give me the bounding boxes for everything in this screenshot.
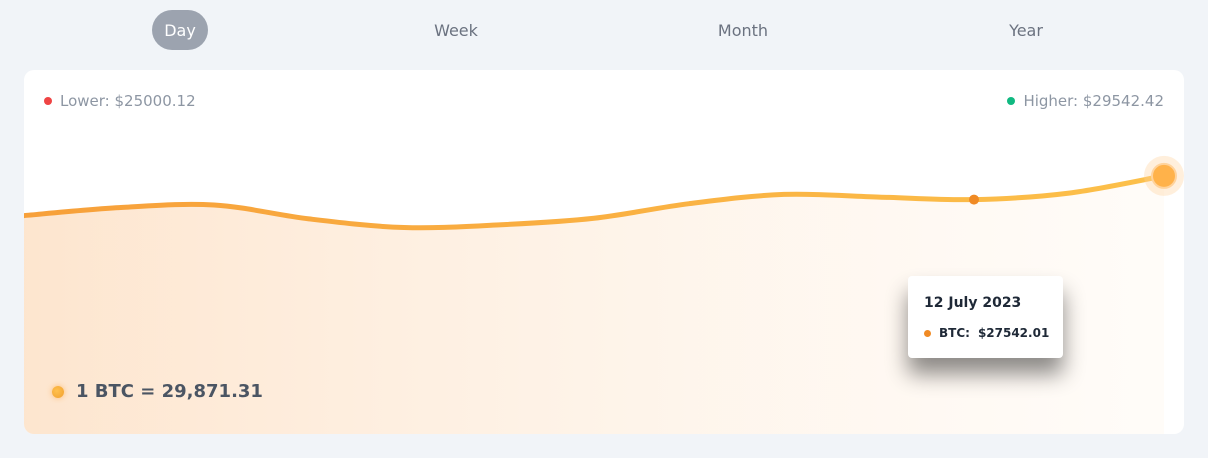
btc-rate: 1 BTC = 29,871.31 [52,381,263,402]
rate-dot-icon [52,385,64,398]
higher-dot-icon [1007,97,1016,105]
tooltip-date: 12 July 2023 [924,295,1022,311]
tab-day[interactable]: Day [152,10,208,50]
chart-tooltip: 12 July 2023 BTC: $27542.01 [908,276,1063,358]
lower-dot-icon [44,97,52,105]
tab-month[interactable]: Month [704,10,782,50]
btc-dot-icon [924,329,931,337]
tooltip-series-label: BTC: [939,326,970,340]
price-chart-card: Lower: $25000.12 Higher: $29542.42 1 BTC… [24,70,1184,434]
tooltip-value: $27542.01 [977,326,1050,340]
tab-year[interactable]: Year [996,10,1056,50]
highlight-point[interactable] [969,194,979,205]
btc-rate-text: 1 BTC = 29,871.31 [76,381,263,402]
legend-lower-label: Lower: $25000.12 [60,92,196,110]
legend-higher-label: Higher: $29542.42 [1023,92,1164,110]
tooltip-row: BTC: $27542.01 [924,326,1049,340]
period-tabs: Day Week Month Year [0,0,1208,60]
tab-week[interactable]: Week [420,10,492,50]
legend-higher: Higher: $29542.42 [1007,92,1164,110]
endpoint-point[interactable] [1151,162,1177,189]
legend-lower: Lower: $25000.12 [44,92,196,110]
price-chart[interactable] [24,70,1184,434]
